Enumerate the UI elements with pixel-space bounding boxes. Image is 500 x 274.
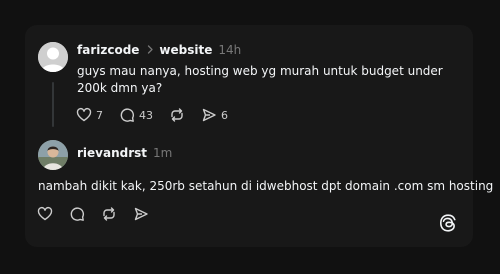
repost-icon bbox=[101, 206, 117, 222]
like-button[interactable]: 7 bbox=[76, 107, 103, 123]
post-text: guys mau nanya, hosting web yg murah unt… bbox=[77, 64, 443, 95]
reply-text: nambah dikit kak, 250rb setahun di idweb… bbox=[38, 179, 494, 193]
thread-line bbox=[52, 82, 54, 127]
send-icon bbox=[201, 107, 217, 123]
share-count: 6 bbox=[221, 108, 228, 122]
reply-header: rievandrst 1m bbox=[77, 146, 172, 161]
send-icon bbox=[133, 206, 149, 222]
reply-count: 43 bbox=[139, 108, 153, 122]
reply-button[interactable] bbox=[69, 206, 85, 222]
post-username[interactable]: farizcode bbox=[77, 43, 139, 58]
repost-icon bbox=[169, 107, 185, 123]
repost-button[interactable] bbox=[169, 107, 185, 123]
post-community[interactable]: website bbox=[159, 43, 212, 58]
like-button[interactable] bbox=[37, 206, 53, 222]
heart-icon bbox=[37, 206, 53, 222]
reply-time: 1m bbox=[153, 146, 173, 160]
post-header: farizcode website 14h bbox=[77, 43, 241, 58]
post-actions: 7 43 6 bbox=[76, 107, 244, 123]
share-button[interactable] bbox=[133, 206, 149, 222]
repost-button[interactable] bbox=[101, 206, 117, 222]
like-count: 7 bbox=[96, 108, 103, 122]
avatar[interactable] bbox=[38, 140, 68, 170]
reply-button[interactable]: 43 bbox=[119, 107, 153, 123]
comment-icon bbox=[119, 107, 135, 123]
reply-username[interactable]: rievandrst bbox=[77, 146, 147, 161]
thread-card: farizcode website 14h guys mau nanya, ho… bbox=[25, 25, 494, 247]
avatar[interactable] bbox=[38, 42, 68, 72]
reply-actions bbox=[37, 206, 165, 222]
comment-icon bbox=[69, 206, 85, 222]
threads-logo-icon[interactable] bbox=[438, 213, 458, 233]
chevron-right-icon bbox=[147, 43, 154, 58]
share-button[interactable]: 6 bbox=[201, 107, 228, 123]
heart-icon bbox=[76, 107, 92, 123]
post-time: 14h bbox=[218, 43, 242, 57]
